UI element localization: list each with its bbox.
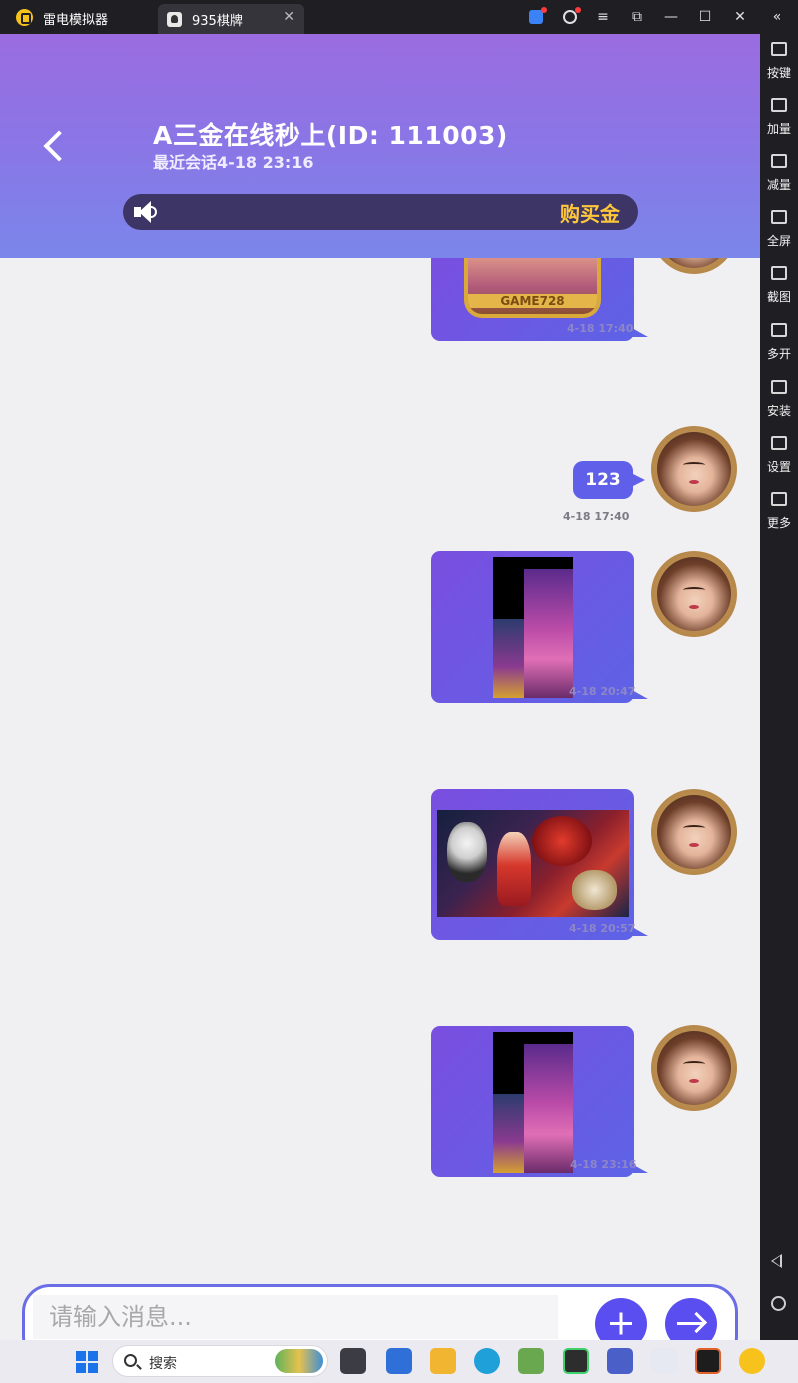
keyboard-icon (771, 42, 787, 56)
sidebar-item-volume-down[interactable]: 减量 (760, 148, 798, 198)
search-icon (124, 1354, 137, 1367)
cloud-app-icon[interactable] (651, 1348, 677, 1374)
notification-dot (575, 7, 581, 13)
message-composer (22, 1284, 738, 1340)
collapse-sidebar-button[interactable]: « (766, 6, 788, 28)
store-icon[interactable] (386, 1348, 412, 1374)
task-view-icon[interactable] (340, 1348, 366, 1374)
message-text: 123 (585, 470, 621, 490)
maximize-button[interactable]: ☐ (694, 6, 716, 28)
chat-title: A三金在线秒上(ID: 111003) (153, 121, 508, 150)
sidebar-item-settings[interactable]: 设置 (760, 430, 798, 480)
game-logo-image[interactable]: GAME728 (464, 258, 601, 318)
app-name: 雷电模拟器 (43, 13, 109, 28)
send-button[interactable] (665, 1298, 717, 1340)
volume-up-icon (771, 98, 787, 112)
search-highlight-image (275, 1349, 323, 1373)
avatar-image (657, 795, 731, 869)
close-button[interactable]: ✕ (729, 6, 751, 28)
network-app-icon[interactable] (607, 1348, 633, 1374)
message-image-bubble[interactable] (431, 789, 648, 940)
restore-size-button[interactable]: ⧉ (626, 6, 648, 28)
file-explorer-icon[interactable] (430, 1348, 456, 1374)
notification-dot (541, 7, 547, 13)
message-list[interactable]: GAME728 4-18 17:40 123 4-18 17:40 4-18 2… (0, 258, 760, 1284)
account-button[interactable] (559, 6, 581, 28)
message-image-bubble[interactable] (431, 1026, 648, 1177)
terminal-app-icon[interactable] (563, 1348, 589, 1374)
message-time: 4-18 17:40 (567, 322, 634, 335)
more-icon (771, 492, 787, 506)
game-logo-label: GAME728 (468, 294, 597, 308)
buy-gold-button[interactable]: 购买金 (560, 198, 620, 227)
android-back-icon[interactable] (771, 1254, 782, 1268)
tab-close-icon[interactable]: ✕ (283, 9, 295, 25)
edge-browser-icon[interactable] (474, 1348, 500, 1374)
avatar[interactable] (651, 1025, 737, 1111)
back-arrow-icon[interactable] (42, 129, 66, 165)
boost-button[interactable] (525, 6, 547, 28)
avatar-image (657, 557, 731, 631)
message-time: 4-18 20:57 (569, 922, 636, 935)
scissors-icon (771, 266, 787, 280)
sidebar-item-keymap[interactable]: 按键 (760, 36, 798, 86)
screenshot-image[interactable] (493, 557, 573, 698)
sidebar-item-screenshot[interactable]: 截图 (760, 260, 798, 310)
speaker-icon (133, 200, 157, 224)
ldplayer-logo-icon (16, 9, 33, 26)
app-tab-icon (167, 12, 182, 27)
chat-header: A三金在线秒上(ID: 111003) 最近会话4-18 23:16 购买金 (0, 34, 760, 258)
avatar[interactable] (651, 551, 737, 637)
sidebar-item-more[interactable]: 更多 (760, 486, 798, 536)
windows-start-icon[interactable] (76, 1351, 98, 1373)
avatar[interactable] (651, 789, 737, 875)
avatar-image (657, 432, 731, 506)
title-bar: 雷电模拟器 935棋牌 ✕ ≡ ⧉ — ☐ ✕ « (0, 0, 798, 34)
sidebar-item-multi-instance[interactable]: 多开 (760, 317, 798, 367)
taskbar-search[interactable]: 搜索 (112, 1345, 328, 1377)
search-label: 搜索 (149, 1356, 177, 1372)
notes-app-icon[interactable] (518, 1348, 544, 1374)
android-home-icon[interactable] (771, 1296, 786, 1311)
volume-down-icon (771, 154, 787, 168)
avatar[interactable] (651, 426, 737, 512)
message-text-bubble[interactable]: 123 (573, 461, 645, 499)
message-input[interactable] (33, 1295, 558, 1339)
minimize-button[interactable]: — (660, 6, 682, 28)
promo-poster-image[interactable] (437, 810, 629, 917)
add-attachment-button[interactable] (595, 1298, 647, 1340)
emulator-toolbar: 按键 加量 减量 全屏 截图 多开 安装 设置 更多 (760, 34, 798, 1340)
settings-icon (771, 436, 787, 450)
last-session-time: 最近会话4-18 23:16 (153, 153, 314, 172)
message-time: 4-18 23:16 (570, 1158, 637, 1171)
multi-instance-icon (771, 323, 787, 337)
avatar-image (657, 1031, 731, 1105)
message-image-bubble[interactable] (431, 551, 648, 703)
sidebar-item-volume-up[interactable]: 加量 (760, 92, 798, 142)
game-app-icon[interactable] (695, 1348, 721, 1374)
screenshot-image[interactable] (493, 1032, 573, 1173)
sidebar-item-fullscreen[interactable]: 全屏 (760, 204, 798, 254)
apk-install-icon (771, 380, 787, 394)
menu-button[interactable]: ≡ (592, 6, 614, 28)
avatar-image (657, 258, 731, 268)
ldplayer-taskbar-icon[interactable] (739, 1348, 765, 1374)
chat-app: A三金在线秒上(ID: 111003) 最近会话4-18 23:16 购买金 G… (0, 34, 760, 1340)
tab-label: 935棋牌 (192, 14, 243, 29)
message-time: 4-18 20:47 (569, 685, 636, 698)
windows-taskbar: 搜索 (0, 1340, 798, 1383)
message-time: 4-18 17:40 (563, 510, 630, 523)
fullscreen-icon (771, 210, 787, 224)
sidebar-item-install[interactable]: 安装 (760, 374, 798, 424)
tab-935-qipai[interactable]: 935棋牌 ✕ (158, 4, 304, 34)
avatar[interactable] (651, 258, 737, 274)
announcement-bar: 购买金 (123, 194, 638, 230)
